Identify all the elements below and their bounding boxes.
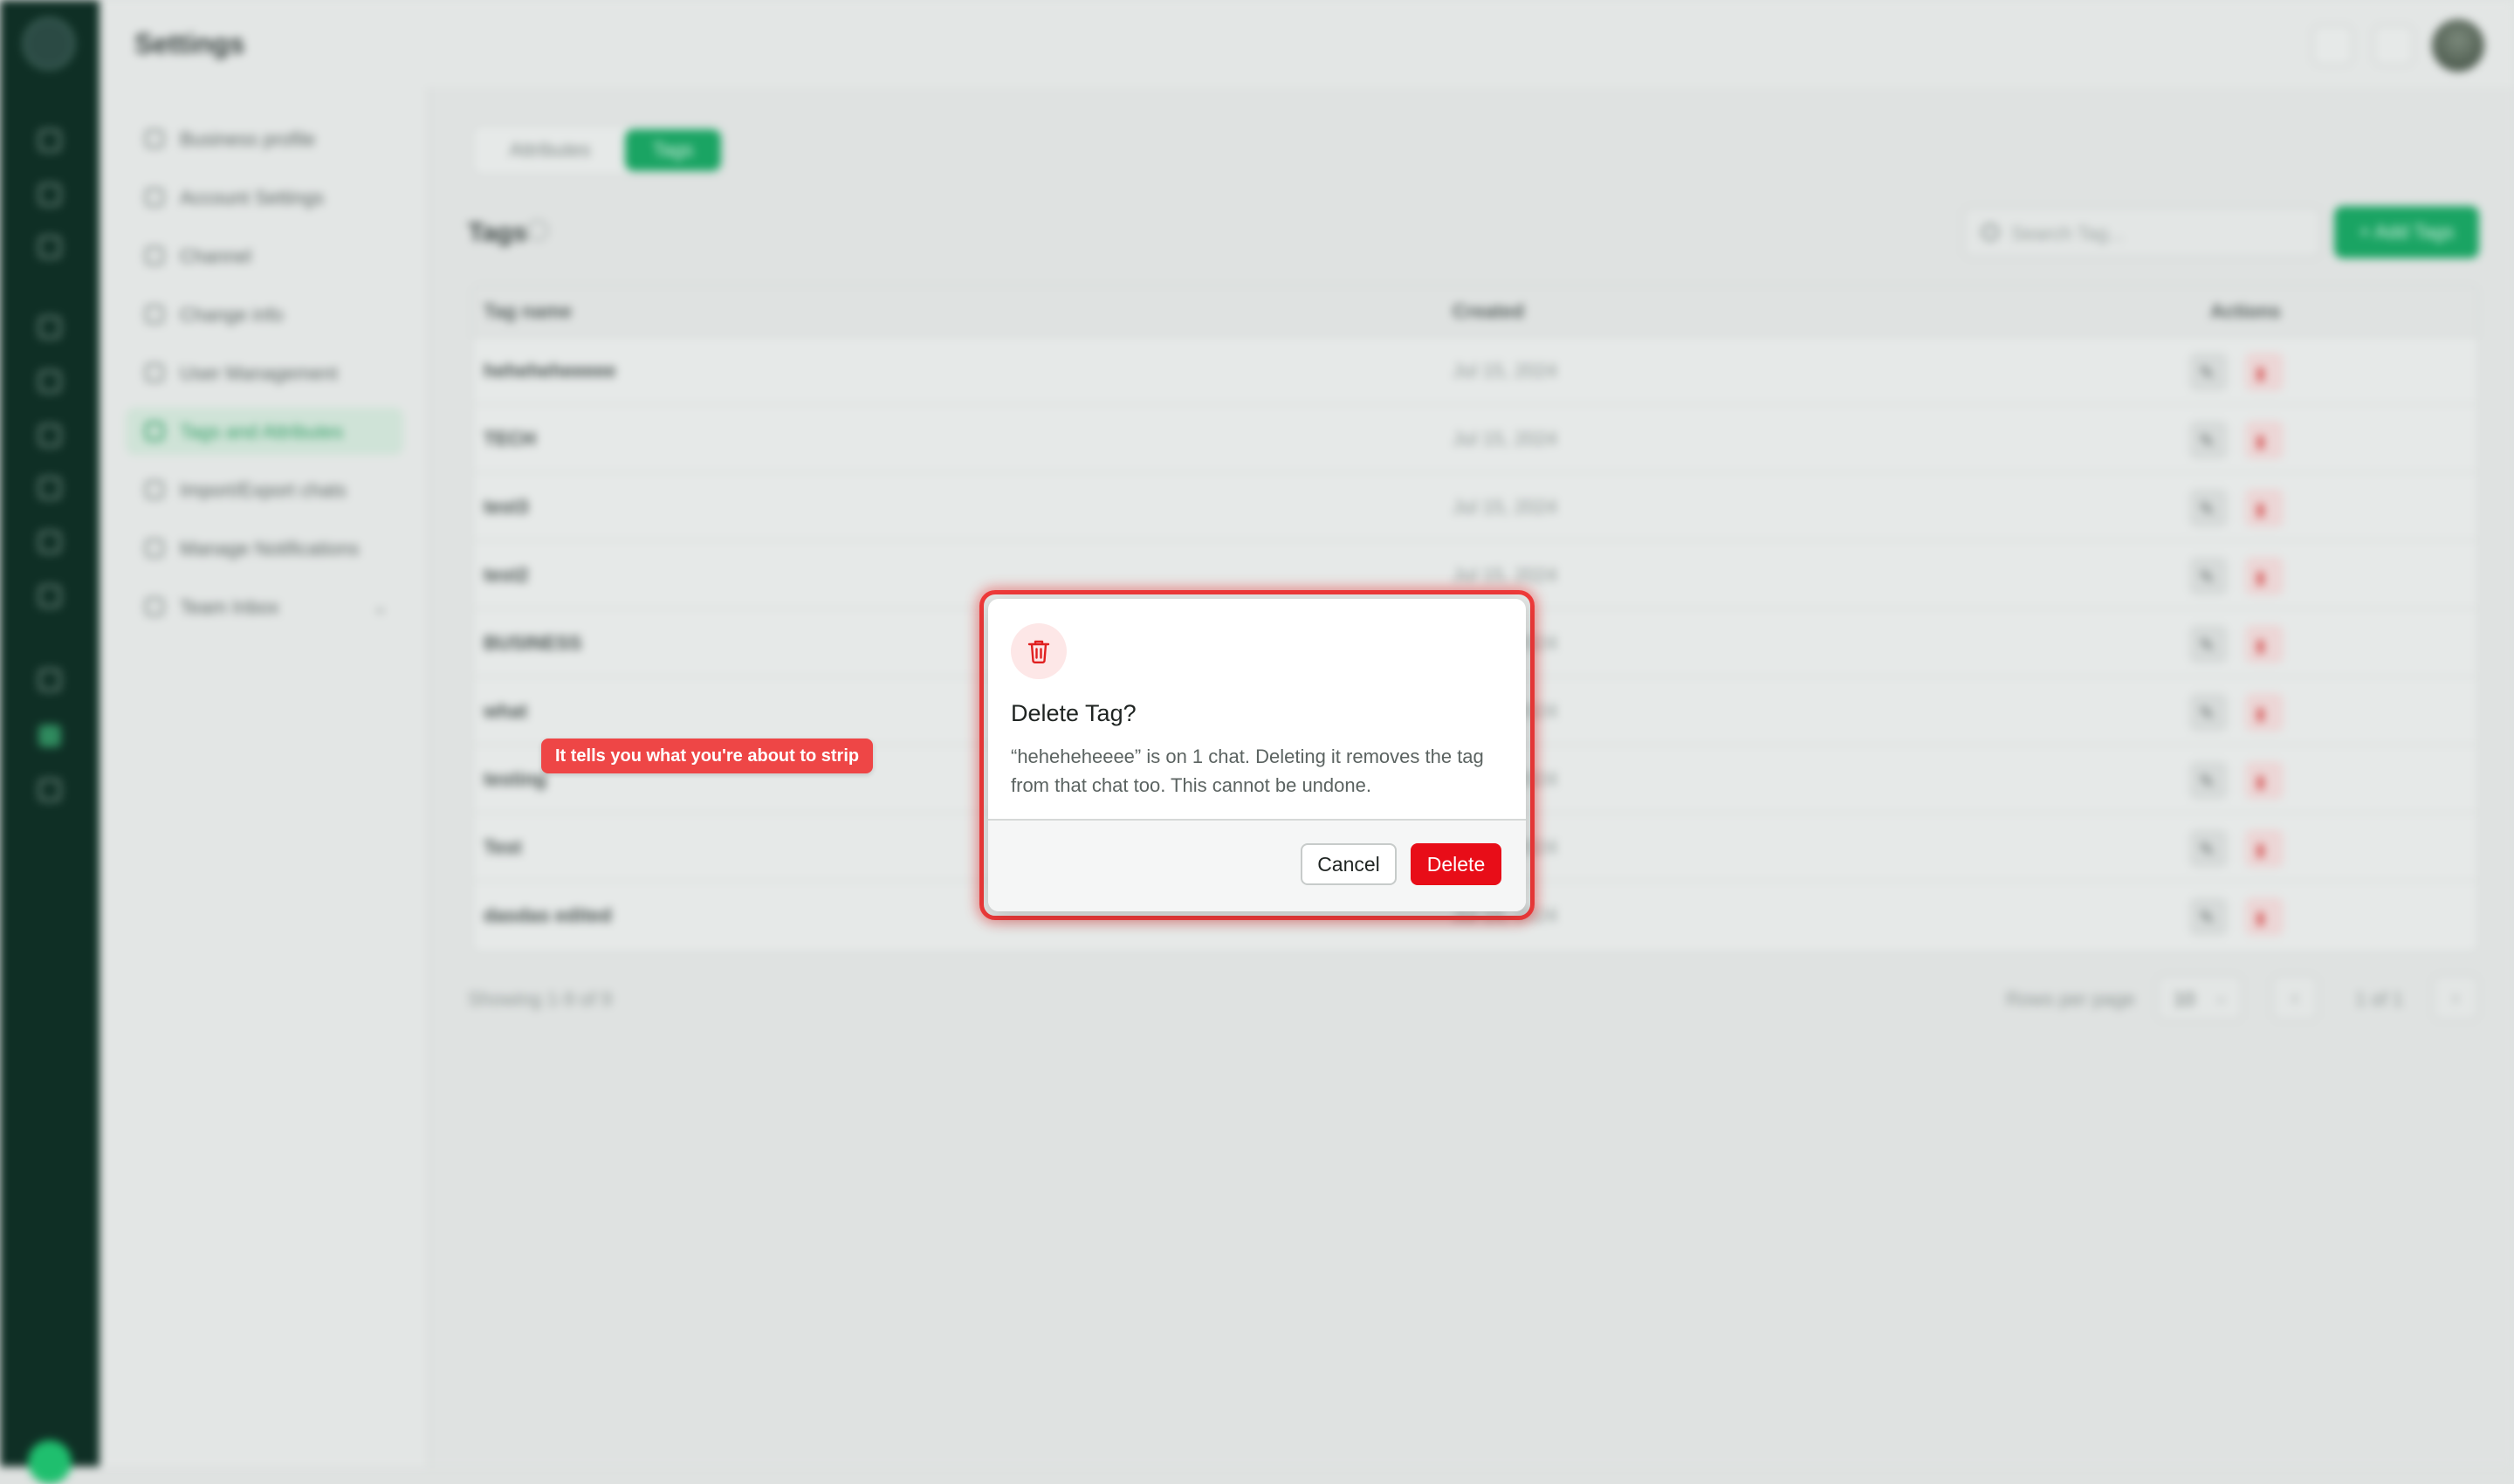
dialog-title: Delete Tag? bbox=[1011, 700, 1137, 726]
delete-button[interactable]: Delete bbox=[1411, 843, 1501, 885]
modal-overlay: It tells you what you're about to strip … bbox=[0, 0, 2514, 1467]
dialog-message: “heheheheeee” is on 1 chat. Deleting it … bbox=[1011, 745, 1484, 796]
annotation-tooltip: It tells you what you're about to strip bbox=[541, 739, 874, 773]
trash-icon bbox=[1011, 623, 1067, 679]
cancel-button[interactable]: Cancel bbox=[1301, 843, 1397, 885]
delete-tag-dialog: Delete Tag? “heheheheeee” is on 1 chat. … bbox=[988, 599, 1526, 911]
